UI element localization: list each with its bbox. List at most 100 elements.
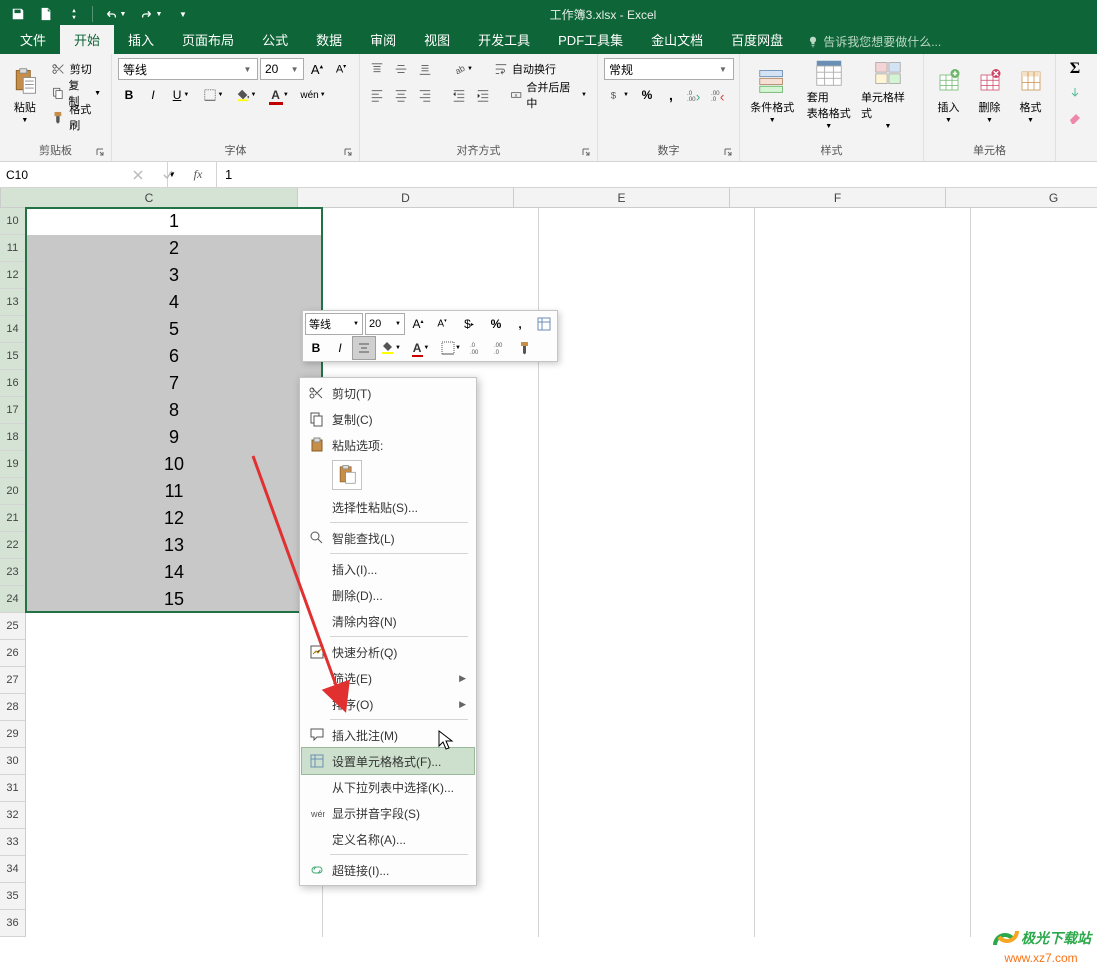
italic-button[interactable]: I [142,84,164,106]
cell-G23[interactable] [971,559,1097,586]
cell-E10[interactable] [539,208,755,235]
pinyin-guide-button[interactable]: wén▼ [298,84,328,106]
cell-E22[interactable] [539,532,755,559]
qat-touch-mode[interactable] [62,3,86,25]
qat-save[interactable] [6,3,30,25]
cell-G17[interactable] [971,397,1097,424]
cell-G26[interactable] [971,640,1097,667]
row-header-34[interactable]: 34 [0,856,26,883]
cell-F19[interactable] [755,451,971,478]
align-middle-button[interactable] [390,58,412,80]
row-header-10[interactable]: 10 [0,208,26,235]
row-header-27[interactable]: 27 [0,667,26,694]
cell-E29[interactable] [539,721,755,748]
row-header-35[interactable]: 35 [0,883,26,910]
menu-item-复制C[interactable]: 复制(C) [302,406,474,432]
cell-C11[interactable]: 2 [26,235,323,262]
cell-F12[interactable] [755,262,971,289]
row-header-14[interactable]: 14 [0,316,26,343]
cell-E16[interactable] [539,370,755,397]
cell-G25[interactable] [971,613,1097,640]
cells-area[interactable]: 123456789101112131415 [26,208,1097,937]
font-size-combo[interactable]: ▼ [260,58,304,80]
cell-styles-button[interactable]: 单元格样式▼ [859,58,917,130]
cell-F20[interactable] [755,478,971,505]
column-header-F[interactable]: F [730,188,946,207]
cell-E13[interactable] [539,289,755,316]
mini-font-combo[interactable]: 等线▼ [305,313,363,335]
align-top-button[interactable] [366,58,388,80]
mini-inc-decimal[interactable]: .0.00 [467,337,489,359]
cell-C26[interactable] [26,640,323,667]
mini-format-painter[interactable] [515,337,537,359]
row-header-30[interactable]: 30 [0,748,26,775]
cell-E35[interactable] [539,883,755,910]
cell-G35[interactable] [971,883,1097,910]
accounting-format-button[interactable]: $▼ [604,84,634,106]
cell-F31[interactable] [755,775,971,802]
mini-size-combo[interactable]: 20▼ [365,313,405,335]
tab-developer[interactable]: 开发工具 [464,25,544,54]
menu-item-插入I[interactable]: 插入(I)... [302,556,474,582]
cell-C16[interactable]: 7 [26,370,323,397]
cell-C17[interactable]: 8 [26,397,323,424]
mini-decrease-font[interactable]: A▾ [431,313,453,335]
cell-E25[interactable] [539,613,755,640]
menu-item-粘贴选项:[interactable]: 粘贴选项: [302,432,474,458]
cell-G21[interactable] [971,505,1097,532]
cell-C29[interactable] [26,721,323,748]
cell-G11[interactable] [971,235,1097,262]
row-header-28[interactable]: 28 [0,694,26,721]
cell-C33[interactable] [26,829,323,856]
fill-button[interactable] [1062,82,1088,104]
cell-F32[interactable] [755,802,971,829]
cell-E31[interactable] [539,775,755,802]
row-header-36[interactable]: 36 [0,910,26,937]
cell-C15[interactable]: 6 [26,343,323,370]
row-header-13[interactable]: 13 [0,289,26,316]
row-header-11[interactable]: 11 [0,235,26,262]
cell-G32[interactable] [971,802,1097,829]
cell-C31[interactable] [26,775,323,802]
cell-G29[interactable] [971,721,1097,748]
mini-format-cells[interactable] [533,313,555,335]
cell-C18[interactable]: 9 [26,424,323,451]
cell-G31[interactable] [971,775,1097,802]
menu-item-剪切T[interactable]: 剪切(T) [302,380,474,406]
cell-E24[interactable] [539,586,755,613]
align-left-button[interactable] [366,84,388,106]
tab-data[interactable]: 数据 [302,25,356,54]
enter-formula-button[interactable] [156,164,180,186]
mini-font-color[interactable]: A▼ [407,337,435,359]
comma-button[interactable]: , [660,84,682,106]
cell-G10[interactable] [971,208,1097,235]
qat-new-file[interactable] [34,3,58,25]
row-header-16[interactable]: 16 [0,370,26,397]
format-cells-button[interactable]: 格式▼ [1012,58,1049,130]
cell-E33[interactable] [539,829,755,856]
qat-redo[interactable]: ▼ [135,3,167,25]
cell-C30[interactable] [26,748,323,775]
cell-G14[interactable] [971,316,1097,343]
align-right-button[interactable] [414,84,436,106]
qat-undo[interactable]: ▼ [99,3,131,25]
select-all-button[interactable] [0,188,1,207]
cell-F15[interactable] [755,343,971,370]
orientation-button[interactable]: ab▼ [448,58,478,80]
cell-D12[interactable] [323,262,539,289]
row-header-18[interactable]: 18 [0,424,26,451]
chevron-down-icon[interactable]: ▼ [242,65,253,74]
conditional-formatting-button[interactable]: 条件格式▼ [746,58,798,130]
mini-dec-decimal[interactable]: .00.0 [491,337,513,359]
cell-F35[interactable] [755,883,971,910]
cell-G30[interactable] [971,748,1097,775]
cell-F27[interactable] [755,667,971,694]
cell-E21[interactable] [539,505,755,532]
cell-C36[interactable] [26,910,323,937]
name-box[interactable]: ▼ [0,162,120,187]
mini-bold[interactable]: B [305,337,327,359]
cell-C13[interactable]: 4 [26,289,323,316]
mini-italic[interactable]: I [329,337,351,359]
cell-F18[interactable] [755,424,971,451]
row-header-23[interactable]: 23 [0,559,26,586]
